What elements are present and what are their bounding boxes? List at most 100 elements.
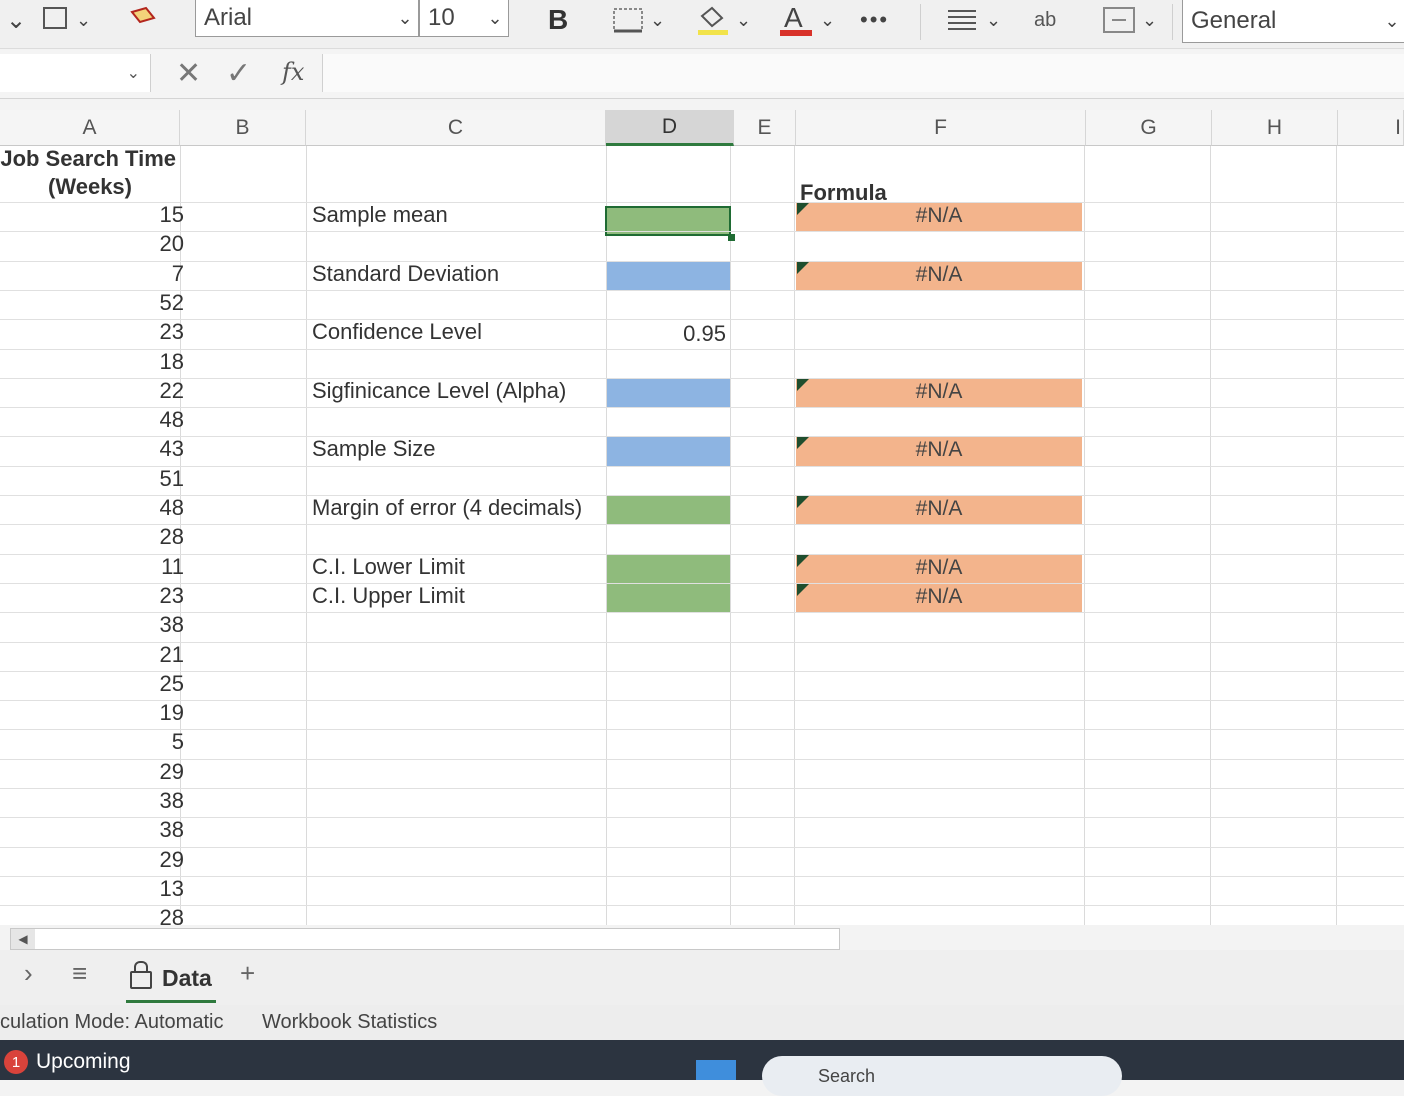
weeks-cell[interactable]: 28 (0, 524, 184, 550)
gridline (794, 146, 795, 925)
stat-value-cell[interactable] (607, 378, 730, 408)
weeks-cell[interactable]: 15 (0, 202, 184, 228)
weeks-cell[interactable]: 11 (0, 554, 184, 580)
formula-input[interactable] (322, 54, 1404, 92)
weeks-cell[interactable]: 29 (0, 847, 184, 873)
gridline (0, 670, 1404, 672)
taskbar-search[interactable]: Search (762, 1056, 1122, 1096)
weeks-cell[interactable]: 22 (0, 378, 184, 404)
calculation-mode[interactable]: culation Mode: Automatic (0, 1011, 223, 1034)
merge-button[interactable]: ⌄ (1102, 0, 1157, 40)
gridline (0, 817, 1404, 819)
column-header-c[interactable]: C (306, 110, 606, 146)
border-style-button[interactable]: ⌄ (612, 0, 665, 40)
weeks-cell[interactable]: 48 (0, 495, 184, 521)
weeks-cell[interactable]: 43 (0, 436, 184, 462)
formula-result: #N/A (915, 497, 963, 520)
chevron-down-icon[interactable]: ⌄ (6, 0, 26, 40)
svg-text:A: A (784, 3, 803, 33)
more-options-button[interactable]: ••• (860, 0, 889, 40)
weeks-header-line2: (Weeks) (48, 174, 132, 199)
weeks-cell[interactable]: 21 (0, 642, 184, 668)
weeks-cell[interactable]: 51 (0, 466, 184, 492)
weeks-cell[interactable]: 13 (0, 876, 184, 902)
bold-button[interactable]: B (548, 0, 568, 40)
weeks-cell[interactable]: 48 (0, 407, 184, 433)
font-name-select[interactable]: Arial ⌄ (195, 0, 419, 37)
fill-bucket-icon (698, 6, 728, 35)
gridline (306, 146, 307, 925)
font-color-button[interactable]: A ⌄ (778, 0, 835, 40)
wrap-text-icon: ab (1034, 8, 1057, 31)
sheet-tab-data[interactable]: Data (126, 956, 216, 1003)
align-button[interactable]: ⌄ (946, 0, 1001, 40)
stat-value[interactable]: 0.95 (606, 321, 726, 347)
gridline (0, 289, 1404, 291)
fill-handle[interactable] (728, 234, 735, 241)
windows-start-icon[interactable] (696, 1060, 736, 1080)
column-header-h[interactable]: H (1212, 110, 1338, 146)
number-format-value: General (1191, 7, 1277, 34)
stat-value-cell[interactable] (607, 496, 730, 525)
workbook-statistics[interactable]: Workbook Statistics (262, 1011, 437, 1034)
font-size-select[interactable]: 10 ⌄ (419, 0, 509, 37)
chevron-down-icon[interactable]: ⌄ (127, 63, 140, 83)
scroll-left-icon[interactable]: ◀ (11, 929, 35, 949)
chevron-down-icon: ⌄ (487, 7, 503, 28)
weeks-cell[interactable]: 18 (0, 349, 184, 375)
fill-color-button[interactable]: ⌄ (696, 0, 751, 40)
weeks-cell[interactable]: 7 (0, 261, 184, 287)
column-header-g[interactable]: G (1086, 110, 1212, 146)
horizontal-scrollbar[interactable]: ◀ (10, 928, 840, 950)
notification-badge[interactable]: 1 (4, 1050, 28, 1074)
sheet-tab-bar: › ≡ Data + (0, 950, 1404, 1005)
add-sheet-button[interactable]: + (240, 958, 255, 989)
cancel-icon[interactable]: ✕ (176, 56, 201, 91)
stat-value-cell[interactable] (607, 437, 730, 466)
column-header-a[interactable]: A (0, 110, 180, 146)
weeks-cell[interactable]: 23 (0, 583, 184, 609)
weeks-cell[interactable]: 5 (0, 729, 184, 755)
all-sheets-icon[interactable]: ≡ (72, 958, 87, 989)
ribbon-toolbar: ⌄ ⌄ Arial ⌄ 10 ⌄ B ⌄ ⌄ A ⌄ ••• ⌄ ab ⌄ Ge… (0, 0, 1404, 49)
column-header-f[interactable]: F (796, 110, 1086, 146)
column-header-d[interactable]: D (606, 110, 734, 146)
weeks-cell[interactable]: 38 (0, 788, 184, 814)
wrap-text-button[interactable]: ab (1034, 0, 1056, 40)
weeks-cell[interactable]: 38 (0, 612, 184, 638)
cell-borders-icon (613, 8, 643, 33)
format-painter-svg (130, 6, 156, 24)
name-box[interactable]: ⌄ (0, 54, 151, 92)
stat-label: Confidence Level (312, 319, 483, 345)
format-painter-icon[interactable] (128, 0, 160, 40)
formula-result: #N/A (915, 555, 963, 579)
weeks-cell[interactable]: 19 (0, 700, 184, 726)
borders-icon[interactable]: ⌄ (40, 0, 91, 40)
spreadsheet-grid[interactable]: A B C D E F G H I Job Search Time (Weeks… (0, 110, 1404, 925)
column-header-b[interactable]: B (180, 110, 306, 146)
column-header-e[interactable]: E (734, 110, 796, 146)
gridline (0, 875, 1404, 877)
stat-value-cell[interactable] (607, 261, 730, 290)
column-header-i[interactable]: I (1338, 110, 1404, 146)
stat-value-cell[interactable] (607, 583, 730, 613)
gridline (1084, 146, 1085, 925)
stat-value-cell[interactable] (607, 554, 730, 583)
gridline (0, 231, 1404, 233)
gridline (0, 788, 1404, 789)
weeks-cell[interactable]: 20 (0, 231, 184, 257)
weeks-cell[interactable]: 38 (0, 817, 184, 843)
insert-function-button[interactable]: fx (282, 58, 304, 86)
confirm-icon[interactable]: ✓ (226, 56, 251, 91)
weeks-cell[interactable]: 28 (0, 905, 184, 925)
font-color-icon: A (780, 3, 812, 36)
upcoming-widget[interactable]: Upcoming (36, 1050, 131, 1074)
weeks-cell[interactable]: 23 (0, 319, 184, 345)
weeks-cell[interactable]: 29 (0, 759, 184, 785)
weeks-cell[interactable]: 25 (0, 671, 184, 697)
number-format-select[interactable]: General ⌄ (1182, 0, 1404, 43)
weeks-cell[interactable]: 52 (0, 290, 184, 316)
gridline (0, 612, 1404, 614)
chevron-right-icon[interactable]: › (24, 958, 33, 989)
gridline (1336, 146, 1337, 925)
